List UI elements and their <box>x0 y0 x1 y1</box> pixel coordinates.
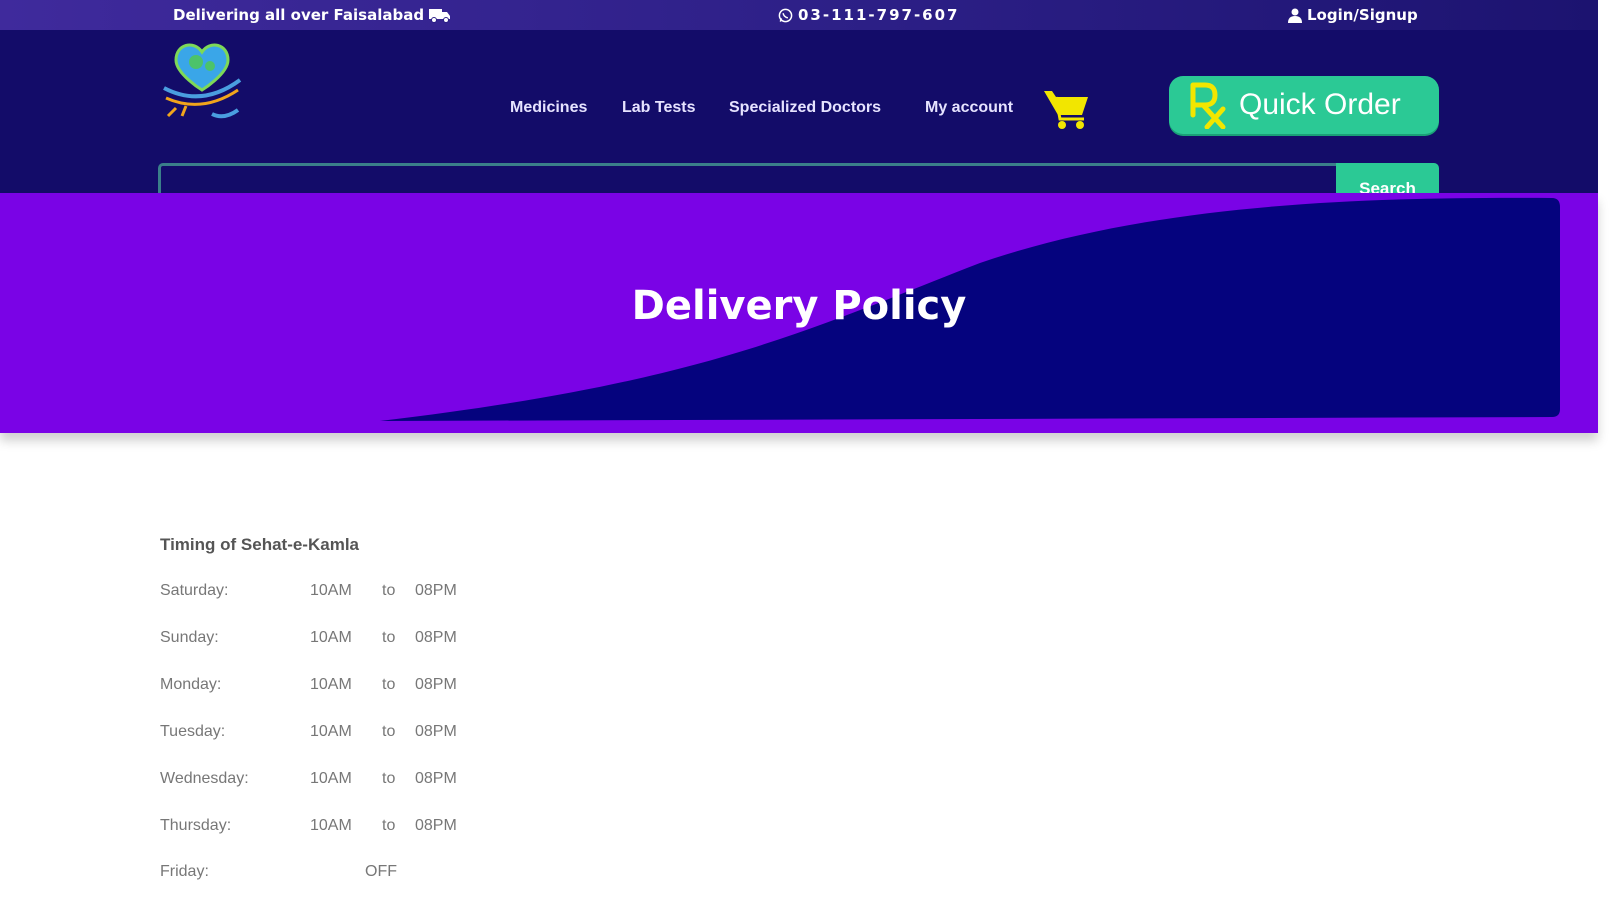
open-time: 10AM <box>310 723 352 740</box>
site-logo[interactable] <box>158 40 246 122</box>
open-time: 10AM <box>310 629 352 646</box>
truck-icon <box>429 8 451 23</box>
timing-row: Saturday: 10AM to 08PM <box>160 582 480 604</box>
day-label: Sunday: <box>160 629 219 646</box>
close-time: 08PM <box>415 770 457 787</box>
close-time: 08PM <box>415 723 457 740</box>
login-signup-link[interactable]: Login/Signup <box>1288 6 1418 24</box>
timing-row: Wednesday: 10AM to 08PM <box>160 770 480 792</box>
time-separator: to <box>382 817 396 834</box>
page-title: Delivery Policy <box>631 283 967 329</box>
day-label: Thursday: <box>160 817 232 834</box>
close-time: 08PM <box>415 629 457 646</box>
open-time: 10AM <box>310 676 352 693</box>
quick-order-label: Quick Order <box>1239 88 1401 121</box>
nav-medicines[interactable]: Medicines <box>510 99 587 117</box>
timing-row: Sunday: 10AM to 08PM <box>160 629 480 651</box>
hero-banner: Delivery Policy <box>0 193 1598 433</box>
main-header: Medicines Lab Tests Specialized Doctors … <box>0 30 1598 215</box>
timing-row-friday: Friday: OFF <box>160 863 480 885</box>
timing-row: Thursday: 10AM to 08PM <box>160 817 480 839</box>
whatsapp-icon <box>778 8 793 22</box>
timing-row: Monday: 10AM to 08PM <box>160 676 480 698</box>
top-bar: Delivering all over Faisalabad 03-111-79… <box>0 0 1598 30</box>
phone-contact[interactable]: 03-111-797-607 <box>778 6 959 24</box>
rx-icon <box>1190 82 1226 129</box>
day-label: Monday: <box>160 676 222 693</box>
cart-icon[interactable] <box>1042 87 1090 131</box>
time-separator: to <box>382 582 396 599</box>
login-text: Login/Signup <box>1307 6 1418 24</box>
phone-number: 03-111-797-607 <box>798 6 960 24</box>
delivery-notice: Delivering all over Faisalabad <box>173 6 451 24</box>
open-time: 10AM <box>310 582 352 599</box>
timing-row: Tuesday: 10AM to 08PM <box>160 723 480 745</box>
user-icon <box>1288 8 1302 23</box>
close-time: 08PM <box>415 582 457 599</box>
day-label: Friday: <box>160 863 209 880</box>
time-separator: to <box>382 723 396 740</box>
time-separator: to <box>382 676 396 693</box>
day-label: Saturday: <box>160 582 229 599</box>
closed-status: OFF <box>365 863 397 880</box>
close-time: 08PM <box>415 676 457 693</box>
nav-specialized-doctors[interactable]: Specialized Doctors <box>729 99 881 117</box>
nav-my-account[interactable]: My account <box>925 99 1013 117</box>
day-label: Wednesday: <box>160 770 249 787</box>
day-label: Tuesday: <box>160 723 226 740</box>
open-time: 10AM <box>310 770 352 787</box>
nav-lab-tests[interactable]: Lab Tests <box>622 99 696 117</box>
time-separator: to <box>382 629 396 646</box>
time-separator: to <box>382 770 396 787</box>
open-time: 10AM <box>310 817 352 834</box>
delivery-text: Delivering all over Faisalabad <box>173 6 425 24</box>
close-time: 08PM <box>415 817 457 834</box>
timing-title: Timing of Sehat-e-Kamla <box>160 535 359 554</box>
quick-order-button[interactable]: Quick Order <box>1169 76 1439 134</box>
